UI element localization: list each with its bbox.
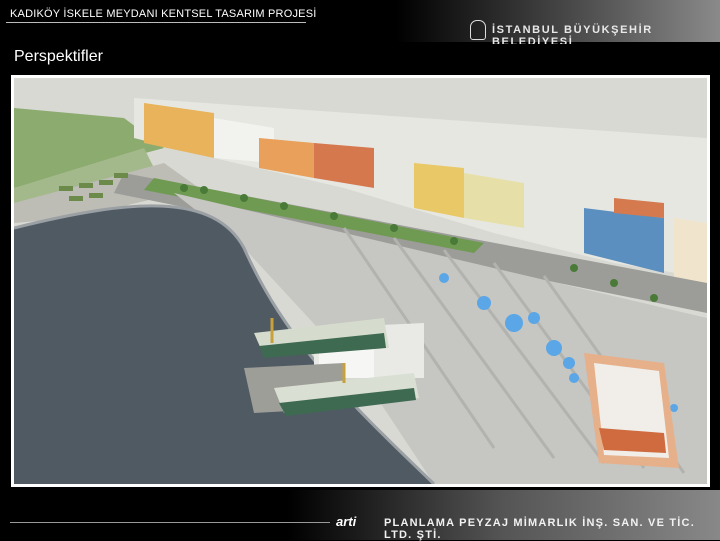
footer-divider bbox=[10, 522, 330, 523]
rendering-frame bbox=[11, 75, 710, 487]
section-title: Perspektifler bbox=[14, 48, 103, 65]
firm-logo: arti bbox=[336, 514, 357, 529]
ibb-emblem-icon bbox=[470, 20, 486, 40]
section-header: Perspektifler bbox=[0, 44, 720, 72]
project-title: KADIKÖY İSKELE MEYDANI KENTSEL TASARIM P… bbox=[10, 8, 317, 20]
header-divider bbox=[6, 22, 306, 23]
aerial-rendering-illustration bbox=[14, 78, 707, 484]
aerial-rendering bbox=[14, 78, 707, 484]
header-bar: KADIKÖY İSKELE MEYDANI KENTSEL TASARIM P… bbox=[0, 0, 720, 48]
footer-bar: arti PLANLAMA PEYZAJ MİMARLIK İNŞ. SAN. … bbox=[0, 490, 720, 541]
firm-name: PLANLAMA PEYZAJ MİMARLIK İNŞ. SAN. VE Tİ… bbox=[384, 517, 695, 541]
